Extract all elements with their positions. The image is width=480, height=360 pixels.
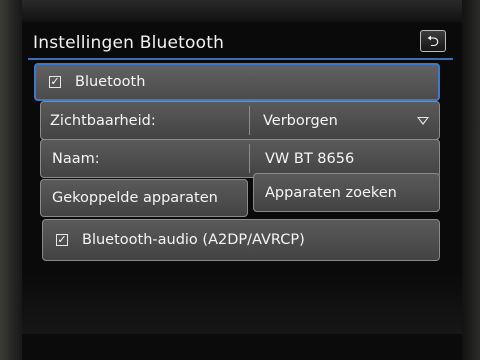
bluetooth-audio-label: Bluetooth-audio (A2DP/AVRCP) [82,232,305,248]
name-value: VW BT 8656 [265,150,355,167]
device-bezel-right [462,0,480,360]
checkmark-icon: ✓ [50,75,60,88]
bluetooth-toggle-label: Bluetooth [75,74,146,90]
name-label: Naam: [52,150,100,167]
device-bezel-left [0,0,22,360]
visibility-dropdown[interactable]: Zichtbaarheid: Verborgen [40,101,440,140]
bluetooth-toggle-button[interactable]: ✓ Bluetooth [34,63,440,101]
device-bezel-top [0,0,480,22]
search-devices-label: Apparaten zoeken [265,184,397,201]
back-arrow-icon: ⮌ [426,32,439,50]
back-button[interactable]: ⮌ [420,30,446,52]
search-devices-button[interactable]: Apparaten zoeken [253,173,440,212]
visibility-label: Zichtbaarheid: [50,112,156,129]
dropdown-triangle-icon [417,116,429,125]
visibility-divider [249,106,250,135]
screen-glare [22,270,462,334]
visibility-value: Verborgen [263,112,338,129]
checkmark-icon: ✓ [57,233,67,246]
page-title: Instellingen Bluetooth [33,33,225,53]
paired-devices-button[interactable]: Gekoppelde apparaten [40,179,248,217]
name-divider [249,144,250,173]
title-divider [28,58,453,60]
bluetooth-audio-toggle[interactable]: ✓ Bluetooth-audio (A2DP/AVRCP) [42,219,440,261]
bluetooth-checkbox[interactable]: ✓ [49,76,61,88]
bluetooth-audio-checkbox[interactable]: ✓ [56,234,68,246]
paired-devices-label: Gekoppelde apparaten [52,190,218,206]
